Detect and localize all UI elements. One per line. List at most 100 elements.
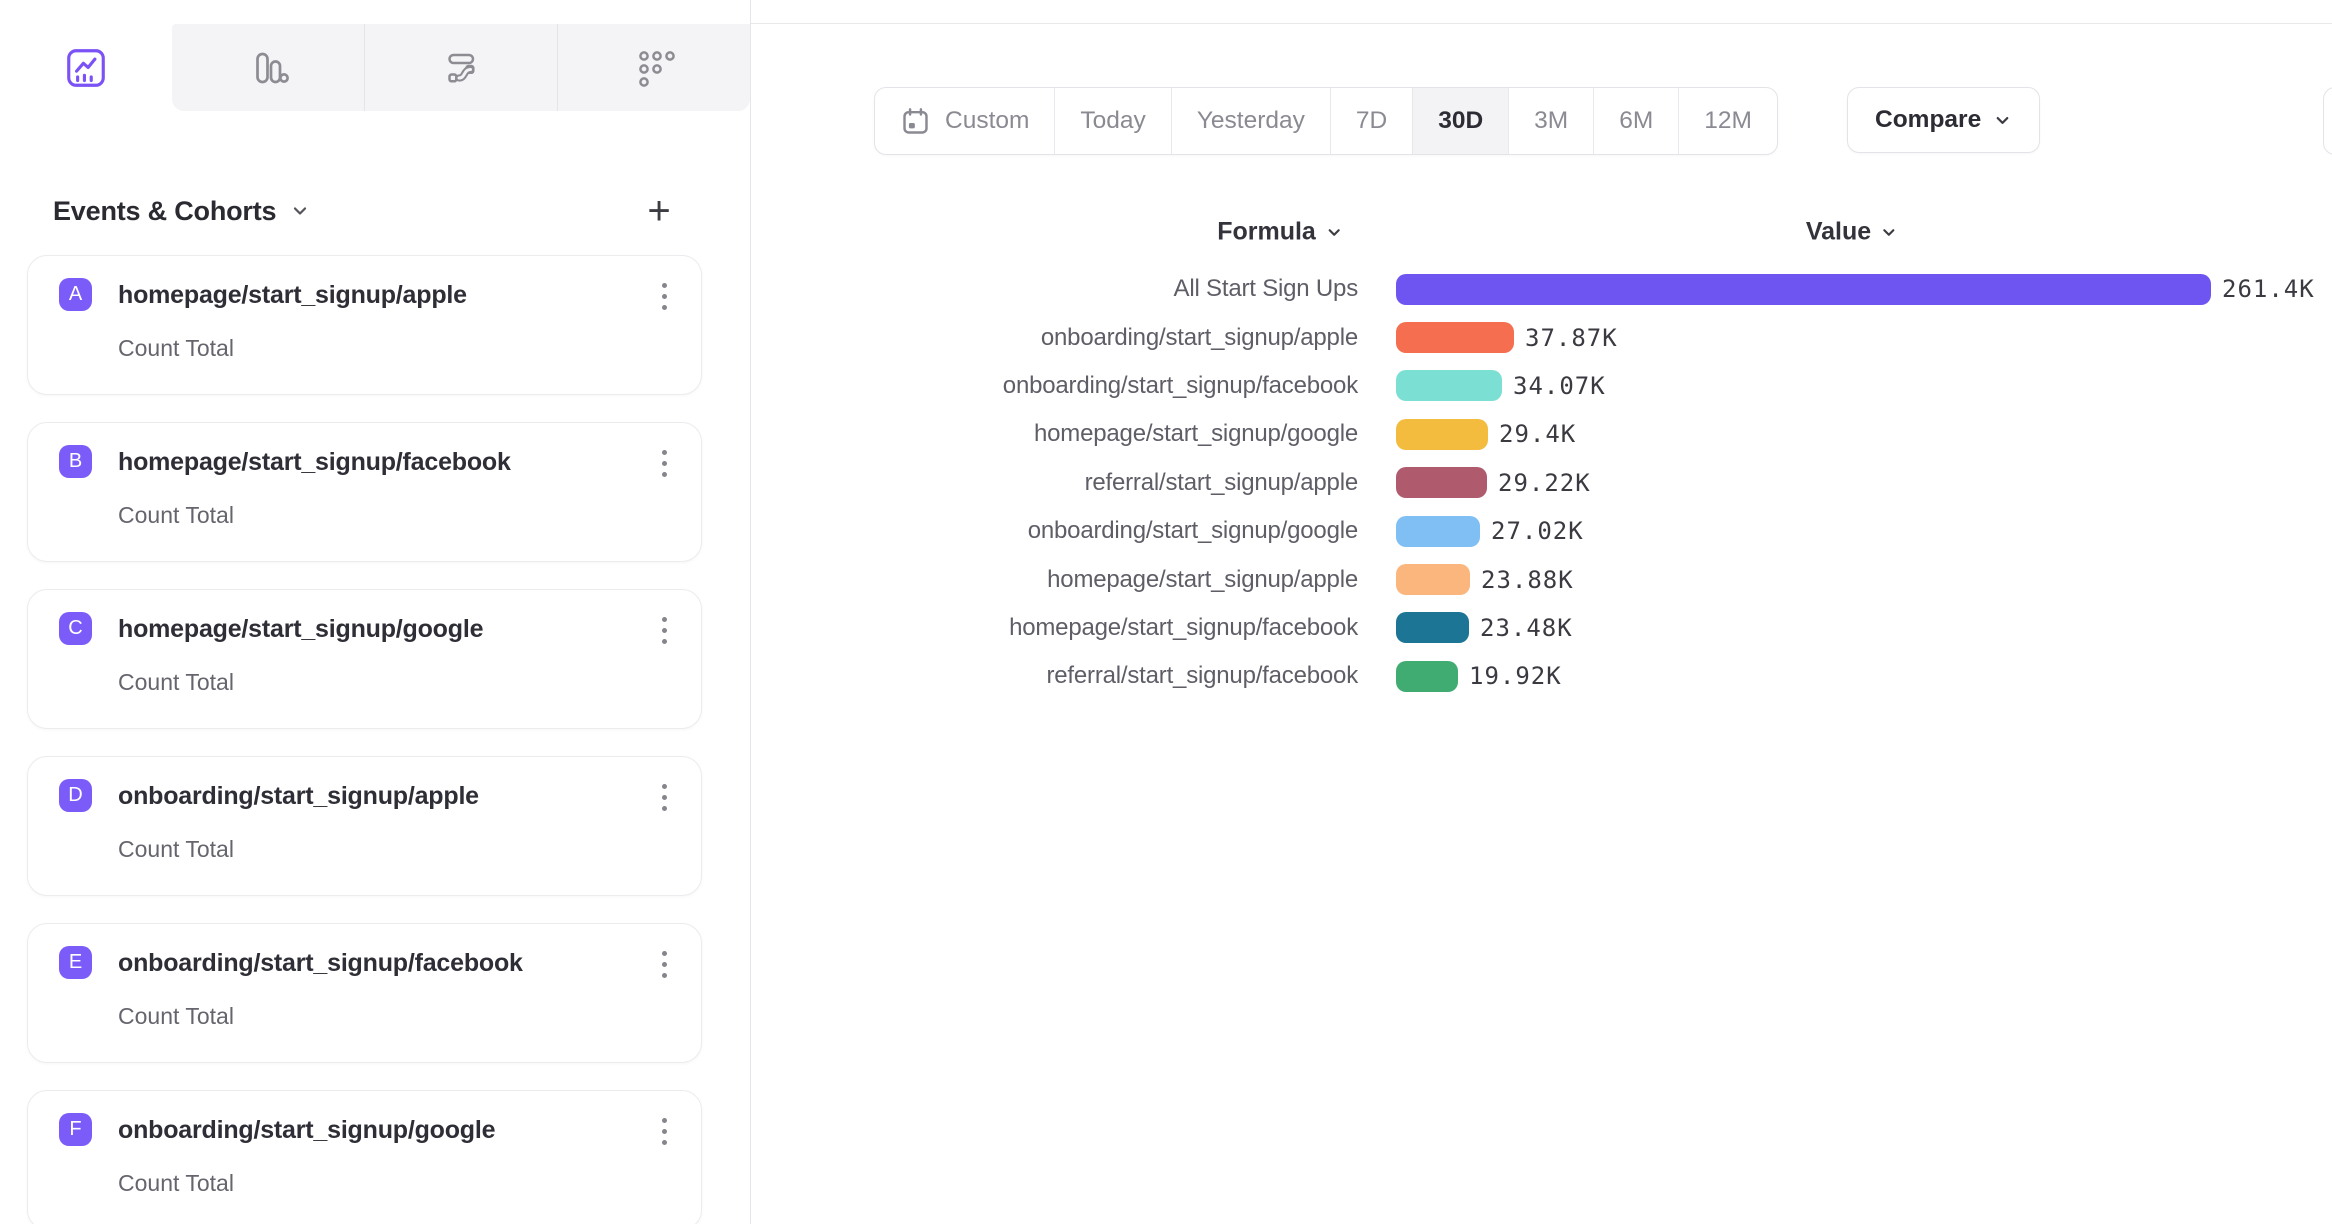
kebab-menu-icon[interactable]	[652, 609, 676, 651]
chart-bar[interactable]	[1396, 564, 1470, 595]
event-card[interactable]: F onboarding/start_signup/google Count T…	[27, 1090, 702, 1224]
event-metric[interactable]: Count Total	[118, 836, 234, 863]
chart-bar-value: 34.07K	[1513, 372, 1606, 400]
chart-row: onboarding/start_signup/apple 37.87K	[900, 313, 2332, 361]
chart-bar[interactable]	[1396, 370, 1502, 401]
date-range-label: Today	[1080, 107, 1145, 135]
kebab-menu-icon[interactable]	[652, 275, 676, 317]
chart-bar[interactable]	[1396, 612, 1469, 643]
event-letter-badge: D	[59, 779, 92, 812]
calendar-icon	[900, 106, 931, 137]
chart-bar-value: 29.4K	[1499, 420, 1576, 448]
event-list: A homepage/start_signup/apple Count Tota…	[27, 255, 702, 1224]
tab-retention[interactable]	[557, 24, 750, 111]
event-card[interactable]: E onboarding/start_signup/facebook Count…	[27, 923, 702, 1063]
chart-row: All Start Sign Ups 261.4K	[900, 265, 2332, 313]
chart-bar-value: 29.22K	[1498, 469, 1591, 497]
tab-flows[interactable]	[364, 24, 557, 111]
event-name: homepage/start_signup/facebook	[118, 448, 511, 477]
event-name: onboarding/start_signup/apple	[118, 782, 479, 811]
chart-bar[interactable]	[1396, 661, 1458, 692]
chart-row: homepage/start_signup/facebook 23.48K	[900, 604, 2332, 652]
date-range-option[interactable]: 30D	[1412, 88, 1508, 154]
date-range-label: 30D	[1438, 107, 1483, 135]
chart-row-label: referral/start_signup/apple	[900, 469, 1358, 497]
chart-bar[interactable]	[1396, 419, 1488, 450]
query-sidebar: Events & Cohorts + A homepage/start_sign…	[0, 0, 751, 1224]
kebab-menu-icon[interactable]	[652, 776, 676, 818]
chart-bar-value: 27.02K	[1491, 517, 1584, 545]
event-metric[interactable]: Count Total	[118, 502, 234, 529]
chart-bar[interactable]	[1396, 322, 1514, 353]
date-range-label: 12M	[1704, 107, 1752, 135]
date-range-option[interactable]: 3M	[1508, 88, 1593, 154]
event-card[interactable]: B homepage/start_signup/facebook Count T…	[27, 422, 702, 562]
event-metric[interactable]: Count Total	[118, 1003, 234, 1030]
chart-row-label: homepage/start_signup/facebook	[900, 614, 1358, 642]
bar-chart: All Start Sign Ups 261.4K onboarding/sta…	[900, 265, 2332, 701]
chart-type-tabbar	[0, 24, 750, 111]
event-metric[interactable]: Count Total	[118, 1170, 234, 1197]
date-range-label: 6M	[1619, 107, 1653, 135]
compare-label: Compare	[1875, 106, 1981, 134]
event-name: homepage/start_signup/google	[118, 615, 483, 644]
inactive-tabs-group	[172, 24, 750, 111]
formula-column-header[interactable]: Formula	[1217, 218, 1343, 247]
value-column-header[interactable]: Value	[1806, 218, 1898, 247]
insights-app: Events & Cohorts + A homepage/start_sign…	[0, 0, 2332, 1224]
chevron-down-icon	[1325, 223, 1343, 241]
tab-insights-active[interactable]	[0, 24, 172, 111]
flows-sankey-icon	[439, 46, 483, 90]
chart-row-label: homepage/start_signup/apple	[900, 566, 1358, 594]
formula-header-label: Formula	[1217, 218, 1316, 247]
date-range-label: 3M	[1534, 107, 1568, 135]
date-range-option[interactable]: Custom	[875, 88, 1054, 154]
tab-bar-chart[interactable]	[172, 24, 364, 111]
event-letter-badge: E	[59, 946, 92, 979]
kebab-menu-icon[interactable]	[652, 442, 676, 484]
event-card[interactable]: D onboarding/start_signup/apple Count To…	[27, 756, 702, 896]
chart-row: referral/start_signup/facebook 19.92K	[900, 652, 2332, 700]
events-cohorts-title: Events & Cohorts	[53, 196, 276, 227]
bar-chart-icon	[246, 46, 290, 90]
date-range-label: Yesterday	[1197, 107, 1305, 135]
event-card[interactable]: A homepage/start_signup/apple Count Tota…	[27, 255, 702, 395]
date-range-option[interactable]: 6M	[1593, 88, 1678, 154]
date-range-option[interactable]: 7D	[1330, 88, 1412, 154]
chart-bar-value: 37.87K	[1525, 324, 1618, 352]
chevron-down-icon	[290, 201, 310, 221]
insights-line-chart-icon	[63, 45, 109, 91]
chart-row-label: onboarding/start_signup/apple	[900, 324, 1358, 352]
value-header-label: Value	[1806, 218, 1871, 247]
chart-bar-value: 19.92K	[1469, 662, 1562, 690]
events-cohorts-header[interactable]: Events & Cohorts	[53, 188, 310, 234]
chart-row-label: onboarding/start_signup/facebook	[900, 372, 1358, 400]
chart-row-label: onboarding/start_signup/google	[900, 517, 1358, 545]
chart-bar[interactable]	[1396, 516, 1480, 547]
partial-button[interactable]	[2323, 87, 2332, 155]
chart-row: homepage/start_signup/google 29.4K	[900, 410, 2332, 458]
chevron-down-icon	[1880, 223, 1898, 241]
chart-bar[interactable]	[1396, 274, 2211, 305]
event-name: onboarding/start_signup/facebook	[118, 949, 523, 978]
add-event-button[interactable]: +	[636, 189, 682, 233]
chart-row: onboarding/start_signup/facebook 34.07K	[900, 362, 2332, 410]
compare-button[interactable]: Compare	[1847, 87, 2040, 153]
date-range-option[interactable]: Yesterday	[1171, 88, 1330, 154]
chart-bar[interactable]	[1396, 467, 1487, 498]
kebab-menu-icon[interactable]	[652, 1110, 676, 1152]
event-metric[interactable]: Count Total	[118, 669, 234, 696]
date-range-picker: Custom Today Yesterday 7D 30D 3M 6M 12M	[874, 87, 1778, 155]
date-range-option[interactable]: 12M	[1678, 88, 1777, 154]
chart-row: homepage/start_signup/apple 23.88K	[900, 555, 2332, 603]
event-metric[interactable]: Count Total	[118, 335, 234, 362]
event-name: onboarding/start_signup/google	[118, 1116, 495, 1145]
event-letter-badge: A	[59, 278, 92, 311]
date-range-option[interactable]: Today	[1054, 88, 1170, 154]
chart-row-label: All Start Sign Ups	[900, 275, 1358, 303]
date-range-label: Custom	[945, 107, 1029, 135]
chart-bar-value: 261.4K	[2222, 275, 2315, 303]
kebab-menu-icon[interactable]	[652, 943, 676, 985]
event-card[interactable]: C homepage/start_signup/google Count Tot…	[27, 589, 702, 729]
date-range-label: 7D	[1356, 107, 1387, 135]
